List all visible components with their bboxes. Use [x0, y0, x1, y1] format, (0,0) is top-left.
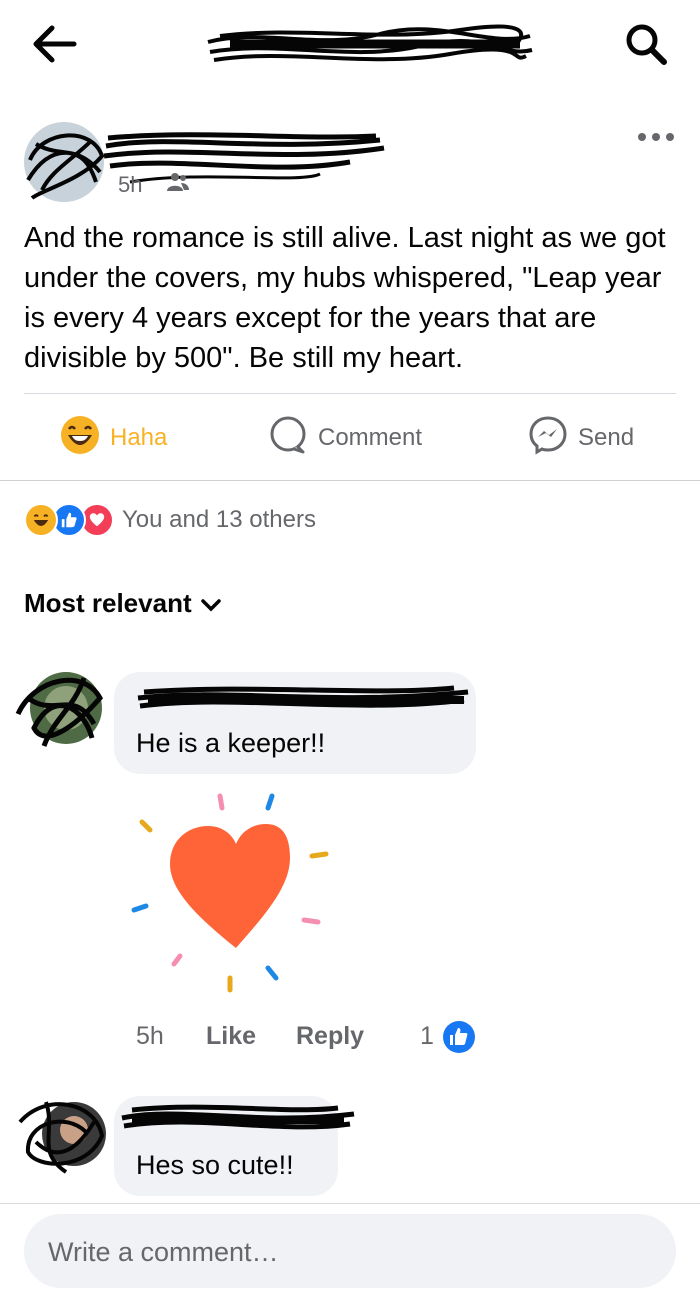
- messenger-icon: [528, 415, 568, 462]
- comment-bubble[interactable]: Hes so cute!!: [114, 1096, 355, 1196]
- friends-icon: [166, 170, 190, 199]
- comment-like-button[interactable]: Like: [206, 1022, 256, 1051]
- haha-reaction-button[interactable]: Haha: [60, 415, 168, 462]
- comment-reply-button[interactable]: Reply: [296, 1022, 364, 1051]
- commenter-name-redacted[interactable]: [118, 1100, 358, 1145]
- comment-label: Comment: [318, 424, 423, 451]
- comment-like-count[interactable]: 1: [420, 1022, 434, 1051]
- comment-button[interactable]: Comment: [268, 416, 422, 460]
- commenter-avatar[interactable]: [16, 1092, 106, 1181]
- composer-divider: [0, 1203, 700, 1204]
- author-avatar[interactable]: [22, 120, 106, 209]
- page-title-redacted: [200, 22, 540, 77]
- search-icon[interactable]: [622, 20, 670, 73]
- back-arrow-icon[interactable]: [30, 22, 78, 71]
- more-options-icon[interactable]: [636, 130, 676, 148]
- comment-composer[interactable]: [24, 1214, 676, 1290]
- heart-sticker[interactable]: [126, 786, 346, 1011]
- comment-icon: [268, 415, 308, 462]
- commenter-avatar[interactable]: [14, 668, 106, 757]
- comment-text: He is a keeper!!: [136, 728, 326, 758]
- post-divider: [24, 393, 676, 394]
- like-reaction-icon: [442, 1020, 476, 1059]
- sort-label: Most relevant: [24, 588, 192, 618]
- comment-input[interactable]: [24, 1214, 650, 1290]
- commenter-name-redacted[interactable]: [134, 680, 474, 725]
- reactions-summary[interactable]: You and 13 others: [24, 500, 316, 540]
- haha-label: Haha: [110, 424, 168, 451]
- author-name-redacted[interactable]: [100, 126, 390, 201]
- haha-emoji-icon: [60, 415, 100, 462]
- section-divider: [0, 480, 700, 481]
- comment-bubble[interactable]: He is a keeper!!: [114, 672, 476, 774]
- comment-text: Hes so cute!!: [136, 1150, 294, 1180]
- send-label: Send: [578, 424, 635, 451]
- reactions-count-text: You and 13 others: [122, 506, 316, 533]
- chevron-down-icon: [200, 588, 222, 619]
- top-bar: [0, 0, 700, 90]
- haha-emoji-icon: [24, 503, 58, 537]
- post-body-text: And the romance is still alive. Last nig…: [24, 222, 666, 374]
- comment-sort-dropdown[interactable]: Most relevant: [24, 588, 222, 619]
- send-button[interactable]: Send: [528, 415, 635, 462]
- comment-time[interactable]: 5h: [136, 1022, 164, 1051]
- post-time[interactable]: 5h: [118, 172, 142, 198]
